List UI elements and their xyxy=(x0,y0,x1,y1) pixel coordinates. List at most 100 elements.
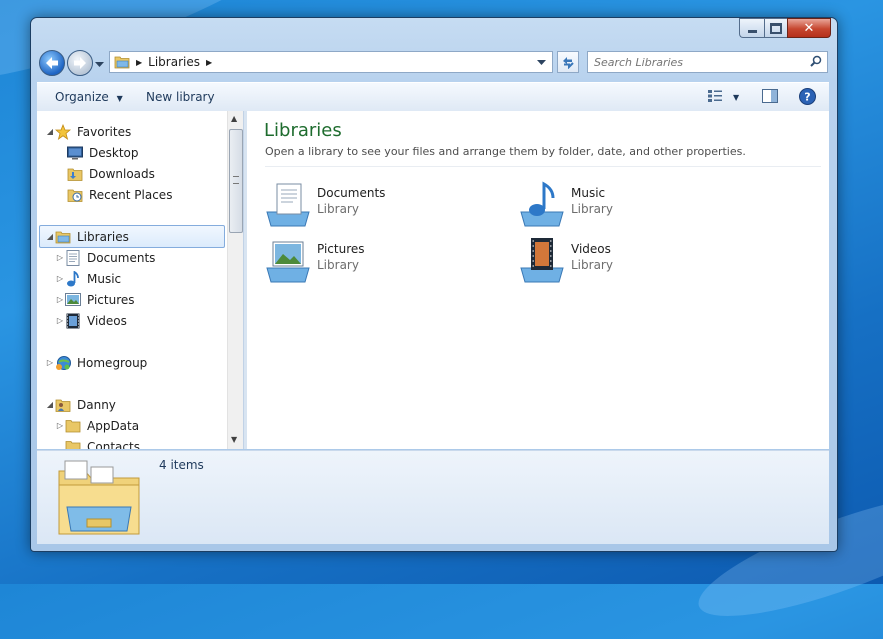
pictures-library-icon xyxy=(263,236,313,284)
nav-item-downloads[interactable]: Downloads xyxy=(67,163,155,184)
nav-libraries[interactable]: ◢ Libraries xyxy=(39,225,225,248)
chevron-down-icon xyxy=(537,60,546,65)
music-icon xyxy=(65,270,81,287)
back-button[interactable] xyxy=(39,50,65,76)
nav-scrollbar[interactable]: ▲ ▼ xyxy=(227,111,243,449)
new-library-label: New library xyxy=(146,90,215,104)
nav-favorites-label: Favorites xyxy=(77,124,132,139)
library-type: Library xyxy=(317,258,359,272)
breadcrumb-libraries[interactable]: Libraries xyxy=(148,55,200,69)
nav-item-videos[interactable]: ▷ Videos xyxy=(55,310,127,331)
help-button[interactable]: ? xyxy=(799,88,816,108)
header-divider xyxy=(265,166,821,167)
nav-item-label: Videos xyxy=(87,313,127,328)
collapse-arrow-icon[interactable]: ◢ xyxy=(45,232,55,241)
libraries-icon xyxy=(55,229,71,245)
search-box xyxy=(587,51,828,73)
maximize-button[interactable] xyxy=(764,18,787,38)
nav-item-pictures[interactable]: ▷ Pictures xyxy=(55,289,135,310)
search-icon[interactable] xyxy=(810,55,822,70)
nav-item-label: Documents xyxy=(87,250,156,265)
library-item-documents[interactable]: Documents Library xyxy=(263,180,483,228)
chevron-down-icon: ▼ xyxy=(116,94,123,103)
library-item-videos[interactable]: Videos Library xyxy=(517,236,737,284)
nav-item-desktop[interactable]: Desktop xyxy=(67,142,139,163)
expand-arrow-icon[interactable]: ▷ xyxy=(45,358,55,367)
nav-item-label: Downloads xyxy=(89,166,155,181)
library-type: Library xyxy=(317,202,359,216)
search-input[interactable] xyxy=(588,54,810,70)
file-list-pane: Libraries Open a library to see your fil… xyxy=(247,111,829,449)
folder-icon xyxy=(65,439,81,449)
new-library-button[interactable]: New library xyxy=(146,90,215,104)
collapse-arrow-icon[interactable]: ◢ xyxy=(45,400,55,409)
nav-item-documents[interactable]: ▷ Documents xyxy=(55,247,155,268)
scrollbar-thumb[interactable] xyxy=(229,129,243,233)
address-history-dropdown[interactable] xyxy=(537,55,546,69)
pictures-icon xyxy=(65,292,81,308)
expand-arrow-icon[interactable]: ▷ xyxy=(55,421,65,430)
item-count: 4 items xyxy=(159,458,204,472)
library-type: Library xyxy=(571,202,613,216)
star-icon xyxy=(55,123,71,140)
chevron-down-icon xyxy=(95,62,104,67)
nav-homegroup-label: Homegroup xyxy=(77,355,148,370)
library-item-pictures[interactable]: Pictures Library xyxy=(263,236,483,284)
expand-arrow-icon[interactable]: ▷ xyxy=(55,316,65,325)
page-title: Libraries xyxy=(264,120,342,141)
expand-arrow-icon[interactable]: ▷ xyxy=(55,274,65,283)
chevron-down-icon: ▼ xyxy=(733,93,740,102)
content-area: ◢ Favorites Desktop Downloads Recent Pla… xyxy=(37,111,829,449)
view-icon xyxy=(708,90,722,102)
nav-item-label: Desktop xyxy=(89,145,139,160)
grip-icon xyxy=(233,176,239,184)
nav-user-folder[interactable]: ◢ Danny xyxy=(45,394,116,415)
documents-icon xyxy=(65,249,81,266)
forward-arrow-icon xyxy=(74,57,86,69)
nav-item-appdata[interactable]: ▷ AppData xyxy=(55,415,139,436)
address-bar[interactable]: ▶ Libraries ▶ xyxy=(109,51,553,73)
nav-item-label: Music xyxy=(87,271,122,286)
nav-item-music[interactable]: ▷ Music xyxy=(55,268,121,289)
breadcrumb-chevron-icon[interactable]: ▶ xyxy=(206,58,212,67)
nav-homegroup[interactable]: ▷ Homegroup xyxy=(45,352,147,373)
user-folder-icon xyxy=(55,397,71,413)
view-options-dropdown[interactable]: ▼ xyxy=(733,89,739,103)
nav-item-recent-places[interactable]: Recent Places xyxy=(67,184,172,205)
refresh-icon xyxy=(563,57,574,69)
maximize-icon xyxy=(770,22,782,34)
nav-item-contacts[interactable]: Contacts xyxy=(55,436,140,449)
homegroup-icon xyxy=(55,355,71,371)
nav-favorites[interactable]: ◢ Favorites xyxy=(45,121,131,142)
details-pane: 4 items xyxy=(37,450,829,544)
recent-pages-dropdown[interactable] xyxy=(95,57,104,71)
library-item-music[interactable]: Music Library xyxy=(517,180,737,228)
library-name: Pictures xyxy=(317,242,365,256)
help-icon: ? xyxy=(799,88,816,105)
organize-button[interactable]: Organize ▼ xyxy=(55,90,123,104)
folder-icon xyxy=(65,418,81,434)
nav-user-label: Danny xyxy=(77,397,116,412)
expand-arrow-icon[interactable]: ▷ xyxy=(55,295,65,304)
library-name: Music xyxy=(571,186,606,200)
expand-arrow-icon[interactable]: ▷ xyxy=(55,253,65,262)
svg-text:?: ? xyxy=(804,91,810,104)
scroll-up-icon[interactable]: ▲ xyxy=(231,114,237,123)
minimize-button[interactable] xyxy=(739,18,764,38)
library-name: Videos xyxy=(571,242,611,256)
videos-library-icon xyxy=(517,236,567,284)
caption-buttons: ✕ xyxy=(739,18,831,38)
collapse-arrow-icon[interactable]: ◢ xyxy=(45,127,55,136)
change-view-button[interactable] xyxy=(707,89,723,106)
desktop-icon xyxy=(67,145,83,161)
videos-icon xyxy=(65,313,81,329)
address-row: ▶ Libraries ▶ xyxy=(37,48,829,78)
refresh-button[interactable] xyxy=(557,51,579,73)
downloads-folder-icon xyxy=(67,166,83,182)
music-library-icon xyxy=(517,180,567,228)
libraries-folder-icon xyxy=(114,55,130,69)
close-button[interactable]: ✕ xyxy=(787,18,831,38)
preview-pane-button[interactable] xyxy=(762,89,778,106)
forward-button[interactable] xyxy=(67,50,93,76)
scroll-down-icon[interactable]: ▼ xyxy=(231,435,237,444)
